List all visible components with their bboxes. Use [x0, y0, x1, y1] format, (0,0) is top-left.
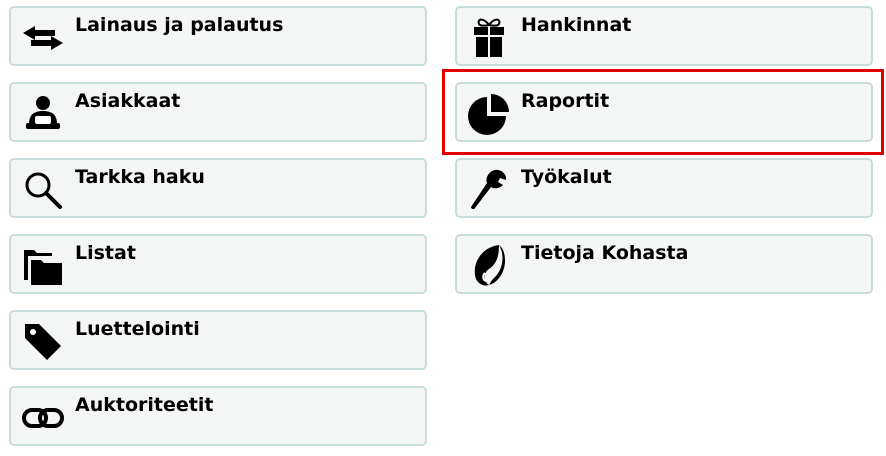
koha-logo-icon	[465, 244, 513, 288]
wrench-icon	[465, 168, 513, 212]
tile-circulation[interactable]: Lainaus ja palautus	[9, 6, 427, 66]
tile-tools[interactable]: Työkalut	[455, 158, 873, 218]
tile-label: Tarkka haku	[75, 166, 205, 188]
tile-cataloging[interactable]: Luettelointi	[9, 310, 427, 370]
tile-patrons[interactable]: Asiakkaat	[9, 82, 427, 142]
pie-chart-icon	[465, 92, 513, 136]
tile-label: Auktoriteetit	[75, 394, 214, 416]
tile-about-koha[interactable]: Tietoja Kohasta	[455, 234, 873, 294]
tile-lists[interactable]: Listat	[9, 234, 427, 294]
tile-label: Tietoja Kohasta	[521, 242, 689, 264]
link-icon	[19, 396, 67, 440]
gift-icon	[465, 16, 513, 60]
tile-authorities[interactable]: Auktoriteetit	[9, 386, 427, 446]
search-icon	[19, 168, 67, 212]
tile-reports[interactable]: Raportit	[455, 82, 873, 142]
tile-label: Työkalut	[521, 166, 612, 188]
tile-label: Asiakkaat	[75, 90, 181, 112]
tile-label: Hankinnat	[521, 14, 632, 36]
tile-label: Luettelointi	[75, 318, 200, 340]
tag-icon	[19, 320, 67, 364]
folders-icon	[19, 244, 67, 288]
patron-icon	[19, 92, 67, 136]
tile-label: Listat	[75, 242, 136, 264]
transfer-arrows-icon	[19, 16, 67, 60]
tile-advanced-search[interactable]: Tarkka haku	[9, 158, 427, 218]
tile-label: Raportit	[521, 90, 610, 112]
tile-label: Lainaus ja palautus	[75, 14, 284, 36]
tile-acquisitions[interactable]: Hankinnat	[455, 6, 873, 66]
